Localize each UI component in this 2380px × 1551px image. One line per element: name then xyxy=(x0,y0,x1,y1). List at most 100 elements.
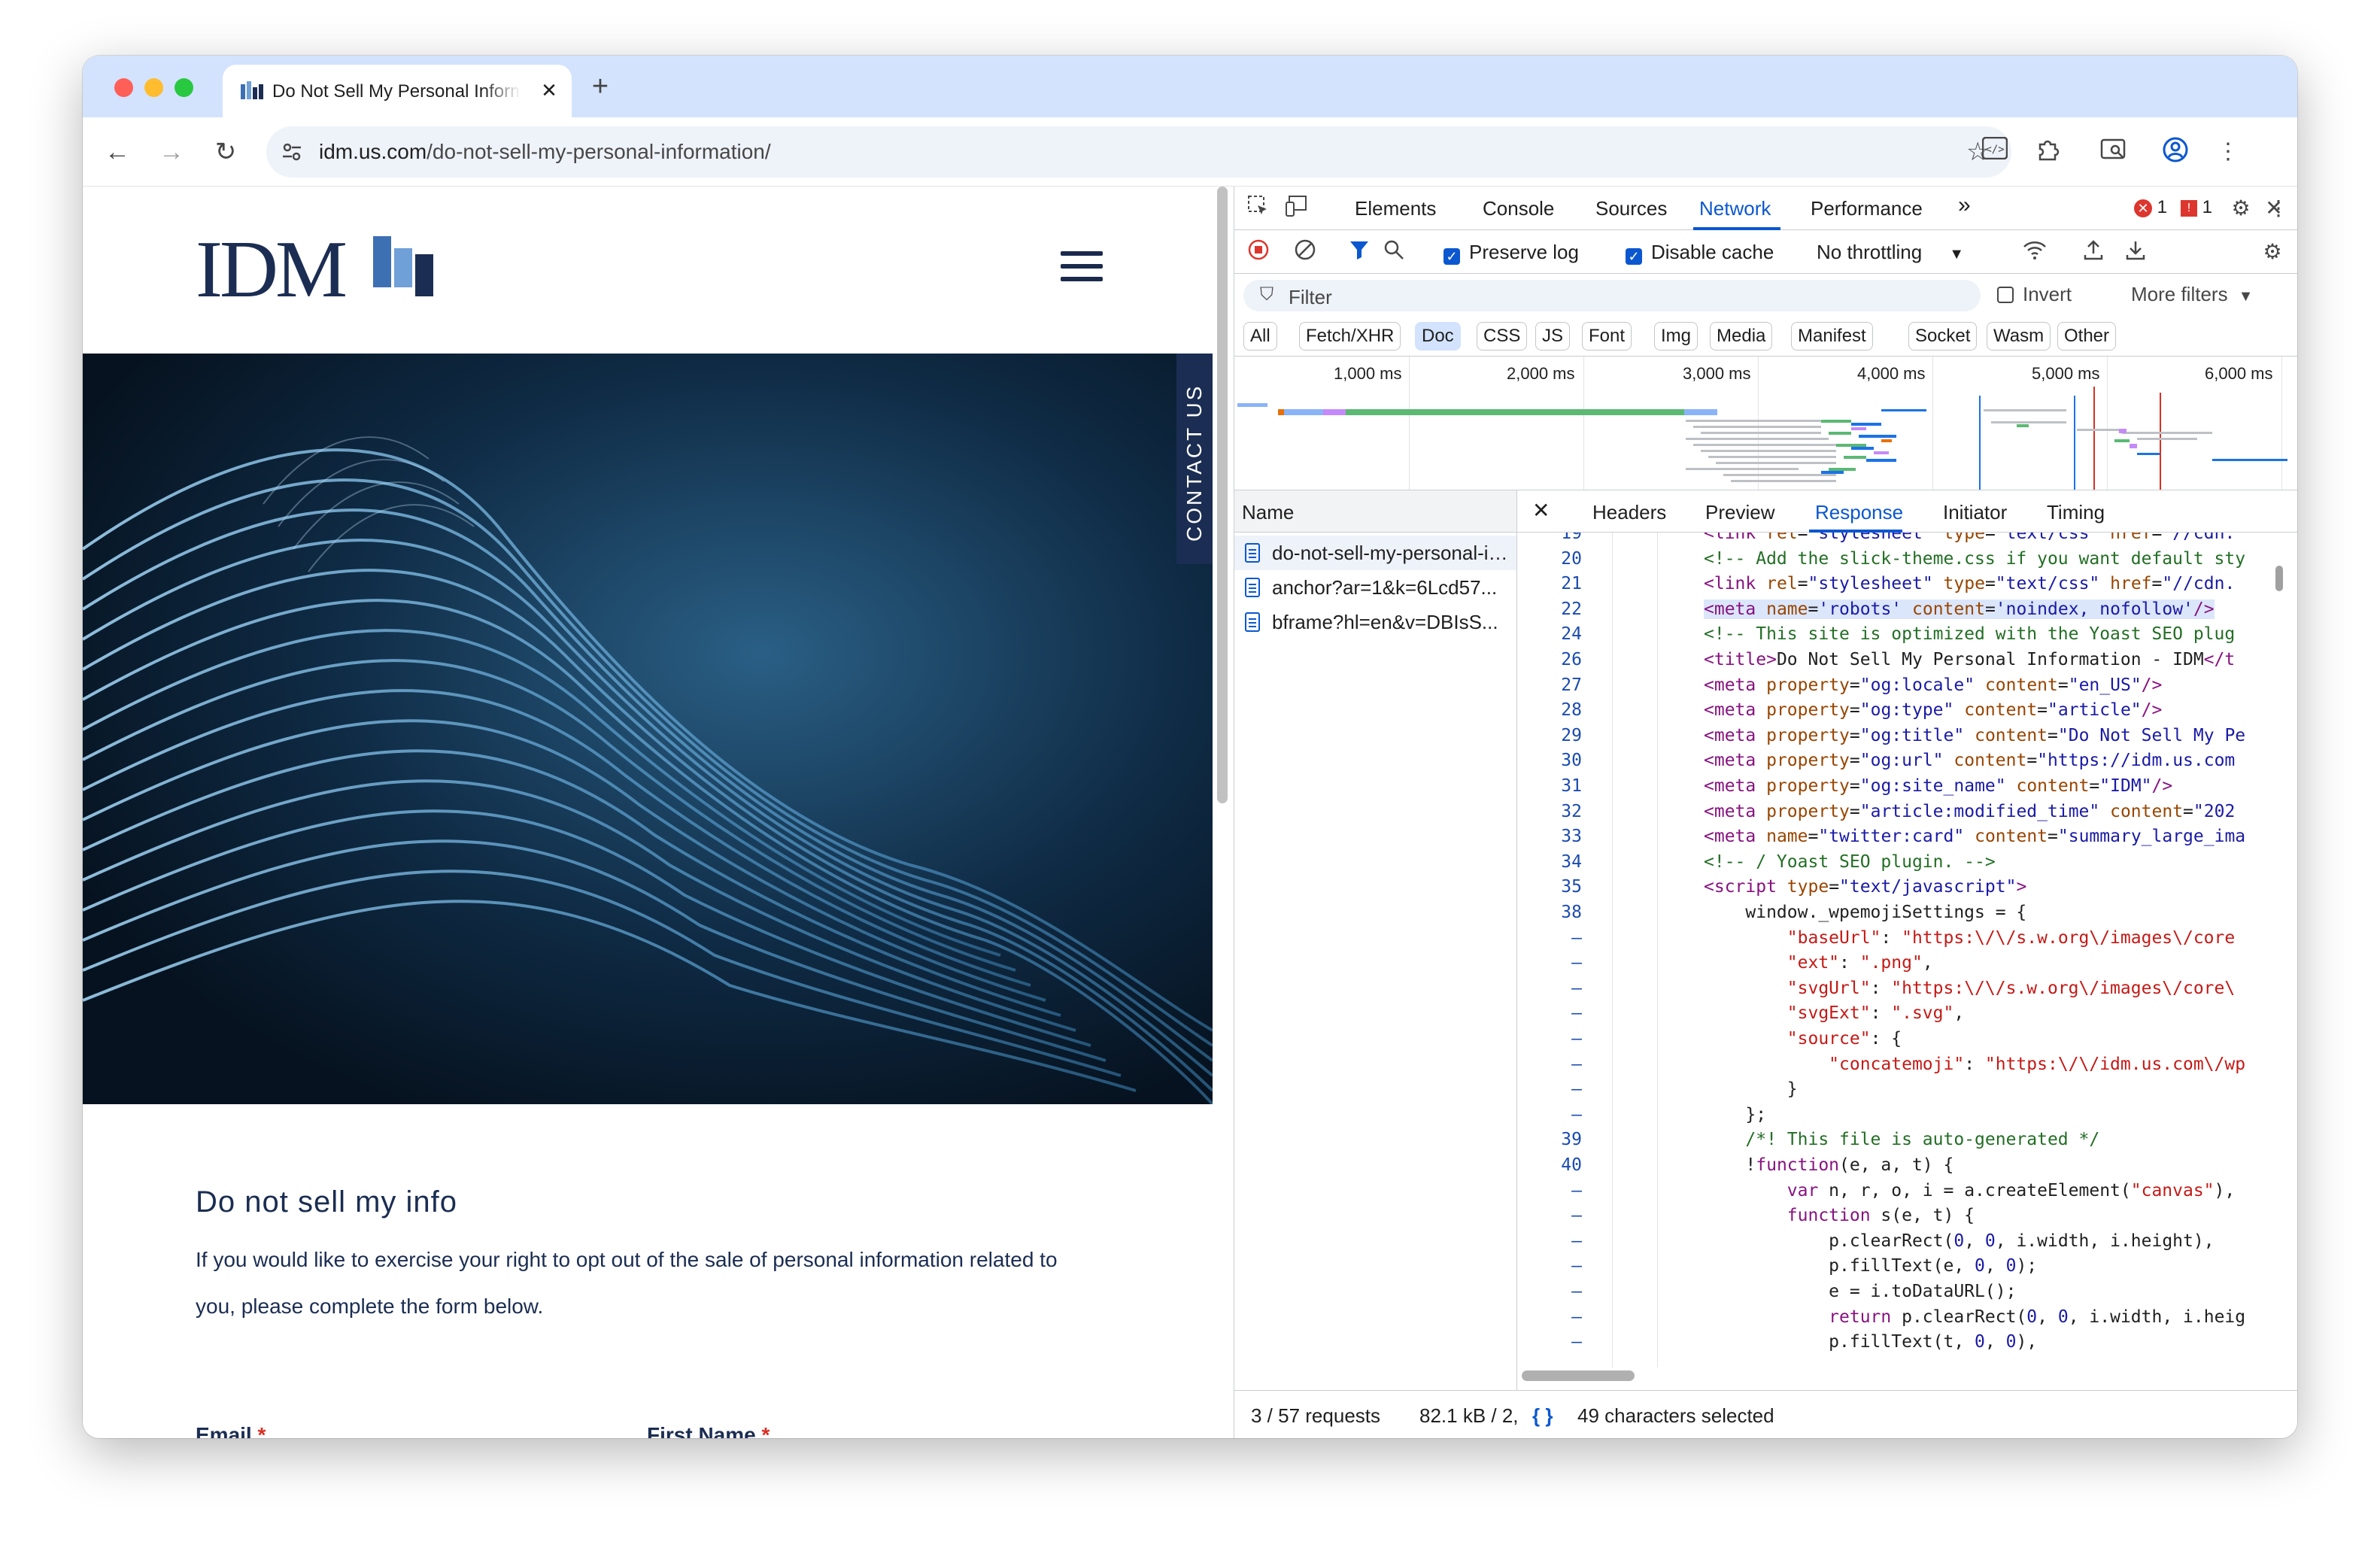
timeline-waterfall-graphic xyxy=(1237,387,2287,490)
svg-text:</>: </> xyxy=(1985,144,2004,156)
filter-chip-media[interactable]: Media xyxy=(1710,322,1773,351)
minimize-window-button[interactable] xyxy=(144,78,163,97)
tab-preview[interactable]: Preview xyxy=(1705,501,1774,524)
inspect-element-icon[interactable] xyxy=(1245,195,1272,222)
tab-elements[interactable]: Elements xyxy=(1355,197,1436,220)
extensions-puzzle-icon[interactable] xyxy=(2032,137,2063,167)
close-devtools-icon[interactable]: ✕ xyxy=(2260,195,2287,222)
hero-image: CONTACT US xyxy=(83,354,1213,1104)
filter-funnel-icon[interactable] xyxy=(1346,238,1373,266)
unchecked-icon xyxy=(1997,287,2014,303)
network-overview-timeline[interactable]: 1,000 ms 2,000 ms 3,000 ms 4,000 ms 5,00… xyxy=(1234,357,2297,490)
network-conditions-icon[interactable] xyxy=(2021,238,2048,266)
disable-cache-checkbox[interactable]: ✓ Disable cache xyxy=(1626,241,1774,265)
line-number: – xyxy=(1571,928,1582,948)
browser-tab-active[interactable]: Do Not Sell My Personal Information ✕ xyxy=(223,65,572,117)
filter-chip-other[interactable]: Other xyxy=(2057,322,2117,351)
request-row[interactable]: do-not-sell-my-personal-information/ xyxy=(1234,536,1516,570)
zoom-window-button[interactable] xyxy=(175,78,193,97)
name-column-header[interactable]: Name xyxy=(1234,490,1516,533)
back-arrow-icon[interactable]: ← xyxy=(102,137,132,167)
throttling-value: No throttling xyxy=(1817,241,1923,263)
hero-wave-graphic xyxy=(83,436,1213,1104)
chevron-down-icon: ▼ xyxy=(2238,288,2254,305)
filter-chip-js[interactable]: JS xyxy=(1535,322,1571,351)
export-har-icon[interactable] xyxy=(2122,238,2149,266)
filter-chip-css[interactable]: CSS xyxy=(1477,322,1528,351)
line-number: 31 xyxy=(1561,776,1582,796)
tab-close-icon[interactable]: ✕ xyxy=(537,78,561,102)
filter-chip-all[interactable]: All xyxy=(1243,322,1277,351)
response-vertical-scrollbar[interactable] xyxy=(2275,566,2283,591)
tab-search-icon[interactable] xyxy=(2099,137,2129,167)
close-window-button[interactable] xyxy=(114,78,133,97)
error-count-badge[interactable]: ✕ 1 xyxy=(2134,197,2167,218)
tab-headers[interactable]: Headers xyxy=(1592,501,1666,524)
document-icon xyxy=(1245,612,1260,632)
filter-input[interactable]: ⛉ Filter xyxy=(1243,280,1981,311)
line-number: – xyxy=(1571,1029,1582,1049)
search-icon[interactable] xyxy=(1380,238,1407,266)
filter-chip-fetch-xhr[interactable]: Fetch/XHR xyxy=(1299,322,1401,351)
site-settings-icon[interactable] xyxy=(280,140,304,164)
filter-chip-manifest[interactable]: Manifest xyxy=(1791,322,1873,351)
settings-gear-icon[interactable]: ⚙ xyxy=(2227,195,2254,222)
pretty-print-icon[interactable]: { } xyxy=(1532,1404,1553,1428)
devtools-extension-icon[interactable]: </> xyxy=(1980,136,2010,167)
more-filters-dropdown[interactable]: More filters ▼ xyxy=(2131,283,2253,306)
address-bar[interactable]: idm.us.com/do-not-sell-my-personal-infor… xyxy=(266,126,2011,178)
profile-avatar-icon[interactable] xyxy=(2160,137,2190,167)
forward-arrow-icon[interactable]: → xyxy=(156,137,187,167)
stop-recording-icon[interactable] xyxy=(1245,238,1272,266)
response-horizontal-scrollbar[interactable] xyxy=(1522,1370,1635,1381)
required-asterisk: * xyxy=(257,1423,266,1438)
request-row[interactable]: bframe?hl=en&v=DBIsS... xyxy=(1234,605,1516,639)
request-count: 3 / 57 requests xyxy=(1251,1404,1380,1427)
line-number: 21 xyxy=(1561,574,1582,593)
tab-sources[interactable]: Sources xyxy=(1595,197,1667,220)
url-text[interactable]: idm.us.com/do-not-sell-my-personal-infor… xyxy=(319,140,771,164)
disable-cache-label: Disable cache xyxy=(1651,241,1774,263)
browser-menu-icon[interactable]: ⋮ xyxy=(2213,137,2243,167)
filter-chip-font[interactable]: Font xyxy=(1582,322,1632,351)
network-settings-gear-icon[interactable]: ⚙ xyxy=(2259,238,2286,266)
line-number: 28 xyxy=(1561,700,1582,720)
tab-initiator[interactable]: Initiator xyxy=(1943,501,2007,524)
line-number: – xyxy=(1571,1256,1582,1276)
tab-timing[interactable]: Timing xyxy=(2047,501,2105,524)
filter-chip-wasm[interactable]: Wasm xyxy=(1987,322,2051,351)
request-row[interactable]: anchor?ar=1&k=6Lcd57... xyxy=(1234,570,1516,605)
filter-chip-socket[interactable]: Socket xyxy=(1908,322,1978,351)
filter-chip-img[interactable]: Img xyxy=(1654,322,1698,351)
hamburger-menu-icon[interactable] xyxy=(1061,251,1103,287)
filter-chip-doc[interactable]: Doc xyxy=(1415,322,1461,351)
tab-network[interactable]: Network xyxy=(1699,197,1771,220)
import-har-icon[interactable] xyxy=(2080,238,2107,266)
url-path: /do-not-sell-my-personal-information/ xyxy=(427,140,771,163)
name-header-label: Name xyxy=(1242,501,1295,524)
request-name: do-not-sell-my-personal-information/ xyxy=(1272,542,1513,564)
preserve-log-checkbox[interactable]: ✓ Preserve log xyxy=(1443,241,1579,265)
idm-favicon-icon xyxy=(241,81,263,99)
browser-window: Do Not Sell My Personal Information ✕ + … xyxy=(83,56,2297,1438)
issue-count-badge[interactable]: ! 1 xyxy=(2181,197,2212,218)
more-tabs-icon[interactable]: » xyxy=(1958,193,1971,218)
request-details-panel: ✕ Headers Preview Response Initiator Tim… xyxy=(1517,490,2297,1390)
reload-icon[interactable]: ↻ xyxy=(211,137,241,167)
idm-logo[interactable]: IDM xyxy=(196,225,444,314)
device-toolbar-icon[interactable] xyxy=(1284,195,1311,222)
new-tab-button[interactable]: + xyxy=(585,72,615,102)
tab-response[interactable]: Response xyxy=(1815,501,1903,524)
devtools-panel: Elements Console Sources Network Perform… xyxy=(1234,187,2297,1438)
contact-us-tab[interactable]: CONTACT US xyxy=(1176,354,1213,564)
tab-performance[interactable]: Performance xyxy=(1811,197,1923,220)
clear-icon[interactable] xyxy=(1292,238,1319,266)
page-scrollbar[interactable] xyxy=(1217,187,1228,803)
close-details-icon[interactable]: ✕ xyxy=(1532,498,1550,523)
tab-console[interactable]: Console xyxy=(1483,197,1554,220)
web-page: IDM CONTACT US Do not sell my info If yo… xyxy=(83,187,1213,1438)
invert-checkbox[interactable]: Invert xyxy=(1997,283,2072,306)
response-source-viewer[interactable]: 19 <link rel="stylesheet" type="text/css"… xyxy=(1517,533,2269,1367)
throttling-select[interactable]: No throttling ▼ xyxy=(1817,241,1964,264)
line-number: 26 xyxy=(1561,650,1582,669)
